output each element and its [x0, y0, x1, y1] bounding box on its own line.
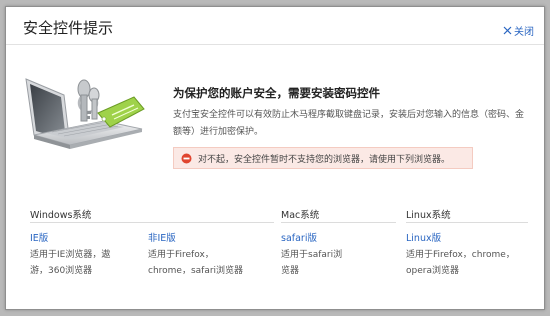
close-button[interactable]: 关闭 [503, 23, 534, 38]
linux-divider [406, 222, 528, 223]
windows-divider [30, 222, 274, 223]
ie-version-link[interactable]: IE版 [30, 230, 48, 244]
linux-version-note: 适用于Firefox，chrome，opera浏览器 [406, 250, 515, 276]
dialog-header: 安全控件提示 关闭 [6, 7, 544, 45]
install-headline: 为保护您的账户安全，需要安装密码控件 [173, 86, 380, 100]
close-label: 关闭 [514, 27, 534, 38]
non-ie-version-note: 适用于Firefox，chrome，safari浏览器 [148, 250, 244, 276]
mac-divider [281, 222, 396, 223]
security-control-dialog: 安全控件提示 关闭 为保护您的账户安全，需要安装密码控件 支付宝安全控件可以有效… [5, 6, 545, 310]
safari-version-link[interactable]: safari版 [281, 230, 317, 244]
ie-version-note: 适用于IE浏览器，遨游，360浏览器 [30, 250, 111, 276]
linux-header: Linux系统 [406, 210, 451, 221]
dialog-title: 安全控件提示 [23, 19, 114, 37]
laptop-key-tag-illustration [25, 78, 145, 149]
linux-version-link[interactable]: Linux版 [406, 230, 441, 244]
windows-header: Windows系统 [30, 210, 92, 221]
alert-text: 对不起，安全控件暂时不支持您的浏览器，请使用下列浏览器。 [198, 154, 451, 165]
unsupported-browser-alert: 对不起，安全控件暂时不支持您的浏览器，请使用下列浏览器。 [173, 147, 473, 169]
no-entry-icon [181, 153, 192, 163]
close-x-icon [503, 26, 512, 35]
control-description: 支付宝安全控件可以有效防止木马程序截取键盘记录，安装后对您输入的信息（密码、金额… [173, 110, 525, 137]
non-ie-version-link[interactable]: 非IE版 [148, 230, 176, 244]
safari-version-note: 适用于safari浏览器 [281, 250, 343, 276]
mac-header: Mac系统 [281, 210, 320, 221]
